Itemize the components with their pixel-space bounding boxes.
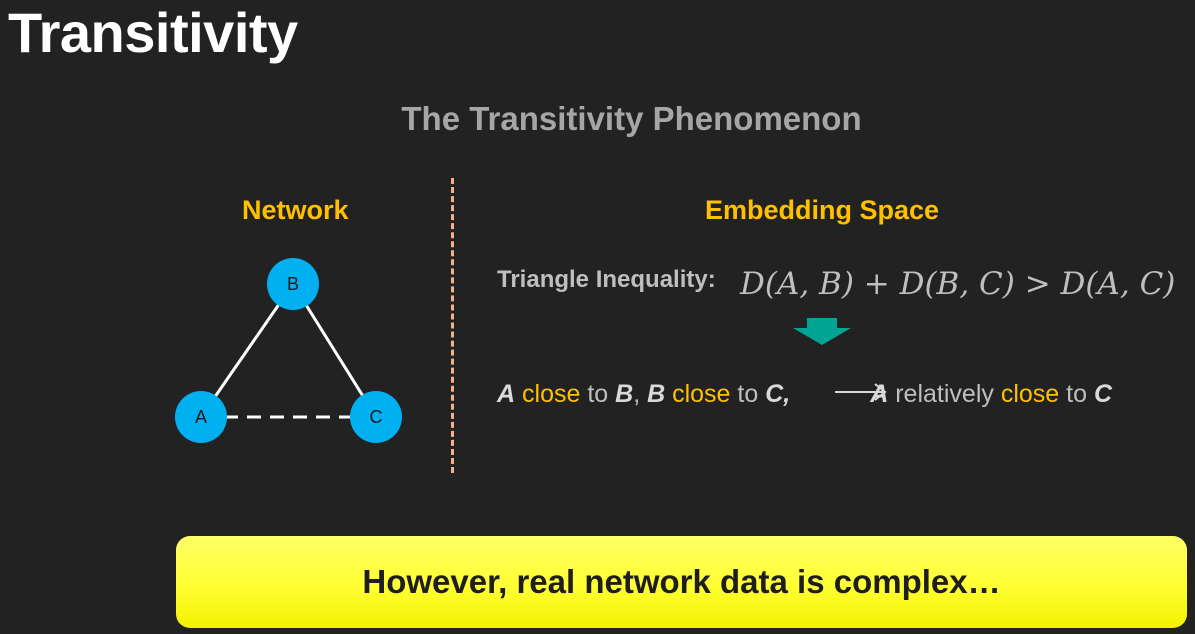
transitivity-statement: A close to B, B close to C, A relatively … [497,380,1112,409]
conclusion-text: However, real network data is complex… [362,563,1001,600]
statement-close: close [515,380,581,408]
statement-node-c: C, [765,380,791,408]
node-a-label: A [195,407,207,427]
statement-close-3: close [1000,380,1060,408]
statement-to: to [580,380,616,408]
statement-to-2: to [730,380,766,408]
network-graph: B A C [175,258,402,443]
node-b-label: B [287,274,299,294]
node-c-label: C [370,407,383,427]
embedding-space-heading: Embedding Space [705,195,940,225]
statement-node-b-2: B [647,380,666,408]
statement-relatively: relatively [888,380,1001,408]
statement-node-b: B [615,380,634,408]
statement-node-c-2: C [1093,380,1113,408]
node-c: C [350,391,402,443]
statement-comma: , [633,380,648,408]
implies-arrow-icon [835,383,887,401]
node-a: A [175,391,227,443]
statement-node-a: A [497,380,516,408]
node-b: B [267,258,319,310]
triangle-inequality-formula: D(A, B) + D(B, C) > D(A, C) [740,266,1176,302]
statement-to-3: to [1059,380,1094,408]
conclusion-banner: However, real network data is complex… [176,536,1187,628]
triangle-inequality-label: Triangle Inequality: [497,266,716,293]
statement-close-2: close [665,380,731,408]
down-arrow-icon [793,318,851,345]
